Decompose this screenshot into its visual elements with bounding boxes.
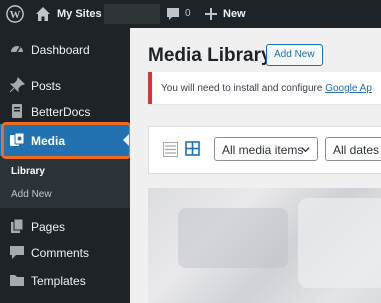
plugin-notice: You will need to install and configure G…	[148, 72, 381, 104]
page-title: Media Library	[148, 45, 272, 66]
date-filter[interactable]: All dates	[325, 137, 381, 161]
submenu-item-library[interactable]: Library	[11, 166, 45, 177]
sidebar-item-label: Pages	[31, 220, 66, 234]
admin-bar: W My Sites 0 New	[0, 0, 381, 28]
sidebar-item-comments[interactable]: Comments	[0, 239, 130, 265]
sidebar-item-label: Comments	[31, 246, 90, 260]
chevron-down-icon	[301, 147, 310, 153]
sidebar-item-dashboard[interactable]: Dashboard	[0, 36, 130, 62]
notice-text: You will need to install and configure G…	[161, 83, 372, 94]
grid-view-icon[interactable]	[185, 141, 200, 156]
comment-icon	[10, 246, 24, 259]
media-thumbnail[interactable]	[178, 208, 288, 268]
new-content-link[interactable]: New	[223, 8, 246, 20]
notice-link[interactable]: Google Ap	[325, 83, 372, 94]
admin-sidebar: Dashboard Posts BetterDocs Media Library…	[0, 28, 130, 303]
list-view-icon[interactable]	[163, 142, 178, 157]
pin-icon	[9, 77, 25, 93]
comment-bubble-icon[interactable]	[166, 7, 180, 21]
dashboard-icon	[11, 46, 23, 53]
add-new-button[interactable]: Add New	[266, 44, 323, 66]
site-name-link[interactable]	[104, 4, 160, 24]
comment-count: 0	[185, 8, 191, 19]
my-sites-link[interactable]: My Sites	[57, 8, 102, 20]
sidebar-item-betterdocs[interactable]: BetterDocs	[0, 98, 130, 124]
folder-icon	[10, 275, 24, 286]
sidebar-item-label: Dashboard	[31, 43, 90, 57]
docs-icon	[12, 104, 22, 118]
media-toolbar: All media items All dates	[148, 126, 381, 174]
sidebar-item-label: BetterDocs	[31, 105, 91, 119]
media-type-filter[interactable]: All media items	[214, 137, 318, 161]
submenu-item-add-new[interactable]: Add New	[11, 189, 52, 200]
media-highlight-outline	[1, 122, 132, 159]
svg-text:W: W	[10, 9, 21, 21]
media-thumbnail[interactable]	[298, 198, 381, 288]
home-icon[interactable]	[35, 6, 51, 22]
media-grid[interactable]	[148, 188, 381, 303]
wordpress-logo-icon[interactable]: W	[6, 5, 24, 23]
sidebar-item-posts[interactable]: Posts	[0, 72, 130, 98]
main-content: Media Library Add New You will need to i…	[130, 28, 381, 303]
sidebar-item-pages[interactable]: Pages	[0, 213, 130, 239]
sidebar-item-templates[interactable]: Templates	[0, 267, 130, 293]
sidebar-item-label: Templates	[31, 274, 86, 288]
media-submenu: Library Add New	[0, 156, 130, 208]
plus-icon[interactable]	[204, 7, 218, 21]
sidebar-item-label: Posts	[31, 79, 62, 93]
page-icon	[11, 218, 24, 233]
